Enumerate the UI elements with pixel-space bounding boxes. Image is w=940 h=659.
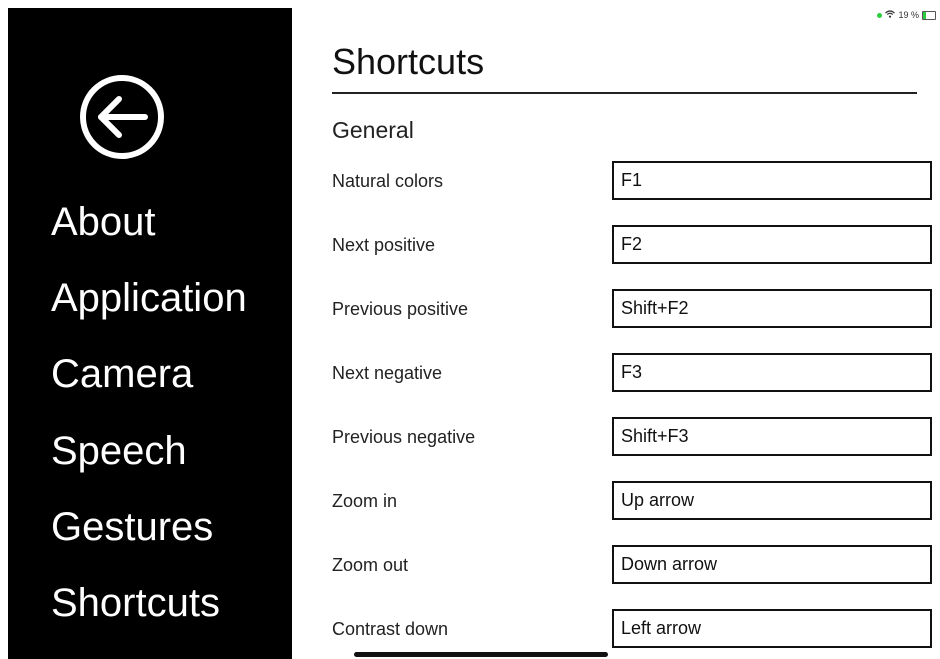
sidebar-item-speech[interactable]: Speech [51,427,187,475]
shortcut-label-next-positive: Next positive [332,235,436,255]
shortcut-field-previous-positive[interactable] [612,289,932,328]
shortcut-field-zoom-in[interactable] [612,481,932,520]
shortcut-label-zoom-out: Zoom out [332,555,409,575]
shortcut-field-contrast-down[interactable] [612,609,932,648]
shortcut-label-contrast-down: Contrast down [332,619,449,639]
back-button[interactable] [79,74,165,160]
shortcut-label-previous-positive: Previous positive [332,299,469,319]
sidebar-item-camera[interactable]: Camera [51,350,193,398]
home-indicator [354,652,608,657]
shortcut-label-previous-negative: Previous negative [332,427,476,447]
title-divider [332,92,917,94]
status-bar: 19 % [877,10,936,20]
battery-icon [922,10,936,20]
shortcut-field-next-negative[interactable] [612,353,932,392]
page-title: Shortcuts [332,41,485,82]
recording-dot-icon [877,12,883,18]
sidebar-item-shortcuts[interactable]: Shortcuts [51,579,220,627]
shortcut-label-zoom-in: Zoom in [332,491,398,511]
shortcut-field-natural-colors[interactable] [612,161,932,200]
wifi-icon [885,10,896,20]
section-heading-general: General [332,117,414,143]
sidebar: About Application Camera Speech Gestures… [8,8,292,659]
arrow-left-circle-icon [80,75,164,159]
sidebar-item-application[interactable]: Application [51,274,247,322]
sidebar-item-gestures[interactable]: Gestures [51,503,213,551]
shortcut-field-previous-negative[interactable] [612,417,932,456]
shortcut-label-natural-colors: Natural colors [332,171,444,191]
battery-percentage: 19 % [898,10,919,20]
shortcut-label-next-negative: Next negative [332,363,443,383]
shortcut-field-zoom-out[interactable] [612,545,932,584]
shortcut-field-next-positive[interactable] [612,225,932,264]
sidebar-item-about[interactable]: About [51,198,156,246]
